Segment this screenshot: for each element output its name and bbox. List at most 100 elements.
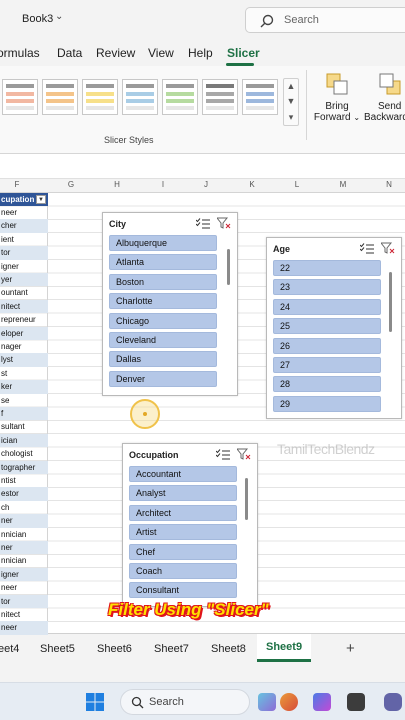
- column-header[interactable]: F: [12, 180, 22, 189]
- table-cell[interactable]: f: [0, 407, 48, 421]
- slicer-style-swatch[interactable]: [2, 79, 38, 115]
- table-cell[interactable]: neer: [0, 581, 48, 594]
- table-cell[interactable]: nnician: [0, 554, 48, 567]
- search-input[interactable]: Search: [245, 7, 405, 33]
- gallery-more-icon[interactable]: ▾: [285, 111, 297, 123]
- slicer-scrollbar[interactable]: [227, 249, 230, 285]
- table-cell[interactable]: tor: [0, 594, 48, 608]
- slicer-item[interactable]: Atlanta: [109, 254, 217, 271]
- widgets-icon[interactable]: [258, 693, 276, 711]
- slicer-style-swatch[interactable]: [242, 79, 278, 115]
- table-cell[interactable]: ner: [0, 514, 48, 528]
- sheet-tab[interactable]: Sheet8: [211, 643, 246, 655]
- table-cell[interactable]: igner: [0, 260, 48, 273]
- filter-dropdown-icon[interactable]: ▼: [36, 195, 46, 204]
- column-header[interactable]: H: [112, 180, 122, 189]
- slicer-style-swatch[interactable]: [42, 79, 78, 115]
- table-cell[interactable]: eloper: [0, 326, 48, 340]
- sheet-tab[interactable]: Sheet7: [154, 643, 189, 655]
- copilot-icon[interactable]: [313, 693, 331, 711]
- slicer-style-swatch[interactable]: [202, 79, 238, 115]
- table-cell[interactable]: st: [0, 367, 48, 380]
- table-cell[interactable]: repreneur: [0, 313, 48, 326]
- send-backward-button[interactable]: Send Backward: [364, 101, 405, 123]
- slicer-style-swatch[interactable]: [162, 79, 198, 115]
- slicer-item[interactable]: 25: [273, 318, 381, 335]
- multi-select-icon[interactable]: [216, 449, 230, 460]
- slicer-item[interactable]: 24: [273, 298, 381, 315]
- table-cell[interactable]: tor: [0, 246, 48, 260]
- gallery-down-icon[interactable]: ▼: [285, 95, 297, 107]
- slicer-city[interactable]: City Albuquerque Atlanta Boston Charlotte Ch…: [102, 212, 238, 396]
- slicer-item[interactable]: Chef: [129, 543, 237, 560]
- slicer-style-swatch[interactable]: [122, 79, 158, 115]
- table-cell[interactable]: ient: [0, 233, 48, 246]
- windows-start-icon[interactable]: [86, 693, 104, 711]
- sheet-tab[interactable]: Sheet6: [97, 643, 132, 655]
- table-cell[interactable]: tographer: [0, 460, 48, 474]
- terminal-icon[interactable]: [347, 693, 365, 711]
- column-header[interactable]: G: [66, 180, 76, 189]
- column-header[interactable]: N: [384, 180, 394, 189]
- table-cell[interactable]: ountant: [0, 286, 48, 299]
- slicer-item[interactable]: Albuquerque: [109, 235, 217, 251]
- table-cell[interactable]: ker: [0, 380, 48, 394]
- table-cell[interactable]: yer: [0, 273, 48, 287]
- tab-data[interactable]: Data: [57, 46, 82, 60]
- slicer-age[interactable]: Age 22 23 24 25 26 27 28 29: [266, 237, 402, 419]
- tab-formulas[interactable]: ormulas: [0, 46, 40, 60]
- teams-icon[interactable]: [384, 693, 402, 711]
- slicer-occupation[interactable]: Occupation Accountant Analyst Architect Art…: [122, 443, 258, 607]
- tab-help[interactable]: Help: [188, 46, 213, 60]
- clear-filter-icon[interactable]: [217, 217, 231, 230]
- table-cell[interactable]: ician: [0, 433, 48, 448]
- app-icon[interactable]: [280, 693, 298, 711]
- table-cell[interactable]: nnician: [0, 528, 48, 541]
- sheet-tab-active[interactable]: Sheet9: [257, 634, 311, 662]
- sheet-tab[interactable]: Sheet5: [40, 643, 75, 655]
- column-header[interactable]: L: [292, 180, 302, 189]
- tab-review[interactable]: Review: [96, 46, 135, 60]
- bring-forward-icon[interactable]: [325, 72, 349, 96]
- column-header[interactable]: K: [247, 180, 257, 189]
- taskbar-search[interactable]: Search: [120, 689, 250, 715]
- slicer-item[interactable]: Analyst: [129, 485, 237, 502]
- column-header[interactable]: J: [201, 180, 211, 189]
- clear-filter-icon[interactable]: [237, 448, 251, 461]
- table-cell[interactable]: chologist: [0, 447, 48, 460]
- slicer-item[interactable]: Cleveland: [109, 332, 217, 348]
- table-cell[interactable]: nager: [0, 340, 48, 353]
- table-cell[interactable]: neer: [0, 206, 48, 219]
- gallery-up-icon[interactable]: ▲: [285, 80, 297, 92]
- table-cell[interactable]: ch: [0, 501, 48, 514]
- slicer-item[interactable]: Denver: [109, 370, 217, 387]
- tab-slicer[interactable]: Slicer: [227, 46, 260, 60]
- slicer-scrollbar[interactable]: [389, 272, 392, 332]
- table-cell[interactable]: nitect: [0, 608, 48, 621]
- table-cell[interactable]: se: [0, 394, 48, 407]
- slicer-item[interactable]: Boston: [109, 273, 217, 290]
- slicer-item[interactable]: Coach: [129, 563, 237, 579]
- tab-view[interactable]: View: [148, 46, 174, 60]
- table-cell[interactable]: sultant: [0, 420, 48, 433]
- slicer-item[interactable]: 23: [273, 279, 381, 296]
- slicer-item[interactable]: 27: [273, 357, 381, 373]
- table-cell[interactable]: neer: [0, 621, 48, 635]
- table-cell[interactable]: ntist: [0, 474, 48, 487]
- slicer-item[interactable]: Architect: [129, 504, 237, 521]
- slicer-item[interactable]: Chicago: [109, 312, 217, 329]
- sheet-tab[interactable]: eet4: [0, 643, 19, 655]
- slicer-item[interactable]: Charlotte: [109, 293, 217, 310]
- bring-forward-button[interactable]: Bring Forward ⌄: [312, 101, 362, 123]
- table-cell[interactable]: nitect: [0, 299, 48, 314]
- slicer-scrollbar[interactable]: [245, 478, 248, 520]
- multi-select-icon[interactable]: [196, 218, 210, 229]
- slicer-item[interactable]: 28: [273, 376, 381, 393]
- slicer-item[interactable]: Artist: [129, 524, 237, 541]
- multi-select-icon[interactable]: [360, 243, 374, 254]
- table-cell[interactable]: cher: [0, 219, 48, 233]
- table-cell[interactable]: ner: [0, 541, 48, 555]
- slicer-style-swatch[interactable]: [82, 79, 118, 115]
- table-cell[interactable]: lyst: [0, 353, 48, 367]
- slicer-item[interactable]: Accountant: [129, 466, 237, 482]
